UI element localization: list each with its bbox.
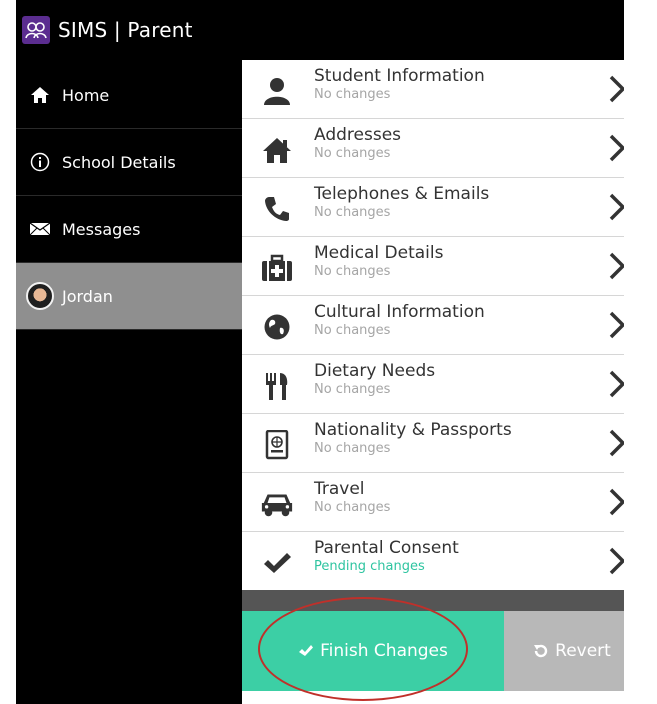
globe-icon bbox=[260, 310, 294, 344]
sidebar-item-jordan[interactable]: Jordan bbox=[16, 263, 242, 330]
finish-changes-button[interactable]: Finish Changes bbox=[242, 611, 504, 691]
row-status: No changes bbox=[314, 323, 391, 338]
avatar bbox=[26, 282, 54, 310]
row-title: Parental Consent bbox=[314, 538, 459, 558]
list-item-travel[interactable]: Travel No changes bbox=[242, 473, 640, 532]
medical-kit-icon bbox=[260, 251, 294, 285]
row-status: No changes bbox=[314, 205, 391, 220]
phone-icon bbox=[260, 192, 294, 226]
sidebar-item-label: School Details bbox=[62, 152, 176, 172]
row-title: Dietary Needs bbox=[314, 361, 436, 381]
list-item-parental-consent[interactable]: Parental Consent Pending changes bbox=[242, 532, 640, 591]
row-title: Medical Details bbox=[314, 243, 444, 263]
row-status: No changes bbox=[314, 500, 391, 515]
row-title: Student Information bbox=[314, 66, 485, 86]
house-icon bbox=[260, 133, 294, 167]
row-status: No changes bbox=[314, 87, 391, 102]
row-title: Nationality & Passports bbox=[314, 420, 512, 440]
app-window: SIMS | Parent Home School Details Messag… bbox=[16, 0, 640, 704]
row-title: Telephones & Emails bbox=[314, 184, 490, 204]
revert-button[interactable]: Revert bbox=[504, 611, 640, 691]
row-title: Addresses bbox=[314, 125, 402, 145]
list-item-medical-details[interactable]: Medical Details No changes bbox=[242, 237, 640, 296]
list-item-telephones-emails[interactable]: Telephones & Emails No changes bbox=[242, 178, 640, 237]
sidebar-item-home[interactable]: Home bbox=[16, 62, 242, 129]
sidebar-item-label: Messages bbox=[62, 219, 141, 239]
finish-changes-label: Finish Changes bbox=[320, 641, 448, 661]
envelope-icon bbox=[26, 215, 54, 243]
top-bar: SIMS | Parent bbox=[16, 0, 640, 60]
sidebar-item-label: Home bbox=[62, 85, 110, 105]
list-item-addresses[interactable]: Addresses No changes bbox=[242, 119, 640, 178]
app-title: SIMS | Parent bbox=[58, 18, 193, 42]
checkmark-icon bbox=[260, 546, 294, 580]
sims-logo-icon bbox=[22, 16, 50, 44]
sidebar-item-messages[interactable]: Messages bbox=[16, 196, 242, 263]
row-status: Pending changes bbox=[314, 559, 425, 574]
sidebar-item-school-details[interactable]: School Details bbox=[16, 129, 242, 196]
row-status: No changes bbox=[314, 264, 391, 279]
car-icon bbox=[260, 487, 294, 521]
passport-icon bbox=[260, 428, 294, 462]
action-footer: Finish Changes Revert bbox=[242, 611, 640, 691]
info-icon bbox=[26, 148, 54, 176]
page-margin bbox=[624, 0, 657, 704]
details-panel: Student Information No changes Addresses… bbox=[242, 60, 640, 704]
sidebar-item-label: Jordan bbox=[62, 286, 113, 306]
list-item-nationality-passports[interactable]: Nationality & Passports No changes bbox=[242, 414, 640, 473]
row-title: Cultural Information bbox=[314, 302, 485, 322]
undo-icon bbox=[534, 644, 548, 658]
checkmark-icon bbox=[299, 645, 314, 656]
list-item-cultural-information[interactable]: Cultural Information No changes bbox=[242, 296, 640, 355]
cutlery-icon bbox=[260, 369, 294, 403]
person-icon bbox=[260, 74, 294, 108]
sidebar: Home School Details Messages Jordan bbox=[16, 62, 242, 704]
revert-label: Revert bbox=[555, 641, 611, 661]
row-status: No changes bbox=[314, 146, 391, 161]
row-status: No changes bbox=[314, 382, 391, 397]
row-status: No changes bbox=[314, 441, 391, 456]
row-title: Travel bbox=[314, 479, 365, 499]
list-item-dietary-needs[interactable]: Dietary Needs No changes bbox=[242, 355, 640, 414]
home-icon bbox=[26, 81, 54, 109]
list-item-student-information[interactable]: Student Information No changes bbox=[242, 60, 640, 119]
